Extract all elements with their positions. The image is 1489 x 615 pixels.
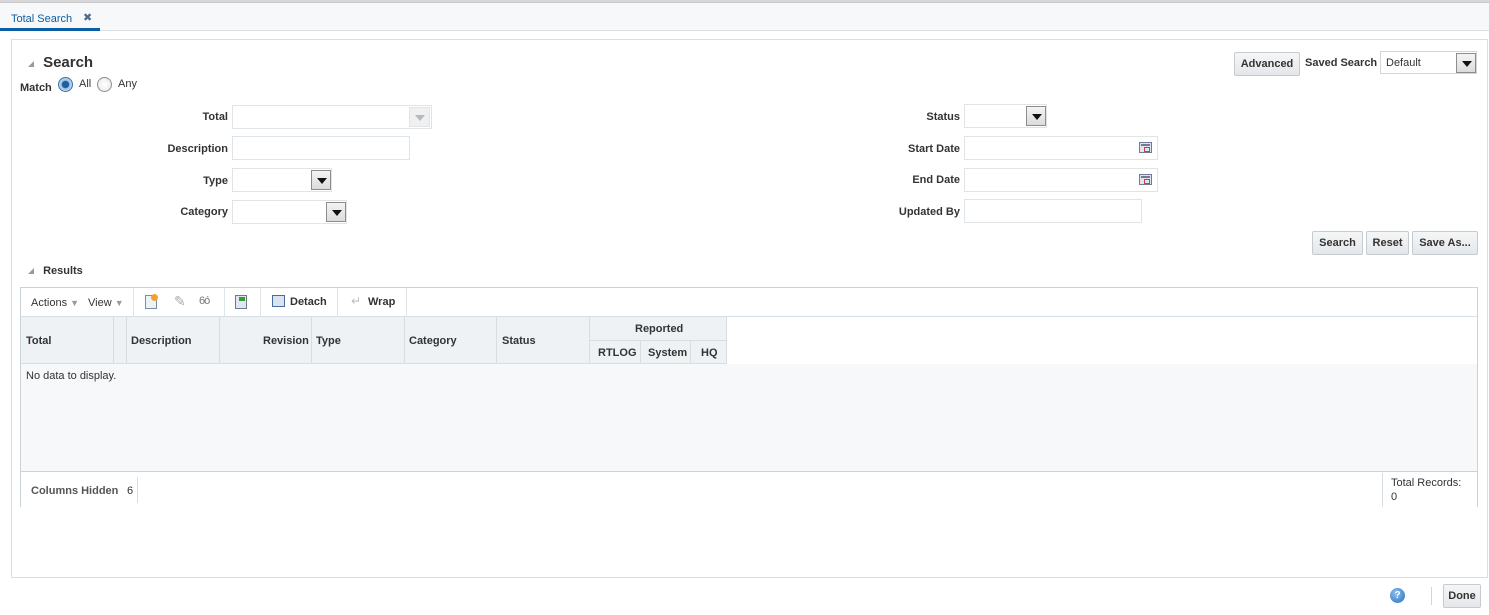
chevron-down-icon[interactable] [311,170,331,190]
view-label: View [88,297,112,309]
toolbar-separator [133,288,134,317]
status-label: Status [926,111,960,123]
collapse-triangle-icon [28,61,34,68]
actions-label: Actions [31,297,68,309]
saved-search-label: Saved Search [1305,57,1378,69]
create-icon[interactable] [145,294,158,309]
tab-bar [0,3,1489,31]
edit-pencil-icon[interactable]: ✎ [174,293,186,310]
description-label: Description [167,143,228,155]
chevron-down-icon[interactable] [409,107,430,127]
match-all-radio[interactable] [58,77,73,92]
close-icon[interactable]: ✖ [83,11,92,24]
toolbar-separator [260,288,261,317]
end-date-input[interactable] [964,168,1158,192]
col-status[interactable]: Status [502,335,536,347]
tab-label: Total Search [11,13,73,25]
export-excel-icon[interactable] [235,295,247,309]
col-hq[interactable]: HQ [701,347,718,359]
wrap-label: Wrap [368,296,396,308]
wrap-icon: ↵ [351,294,362,308]
table-header: Total Description Revision Type Category… [21,317,727,364]
end-date-label: End Date [912,174,960,186]
done-button[interactable]: Done [1443,584,1481,608]
view-menu[interactable]: View ▼ [88,297,124,309]
chevron-down-icon[interactable] [326,202,346,222]
toolbar-separator [337,288,338,317]
table-footer: Columns Hidden 6 Total Records: 0 [21,473,1477,507]
col-revision[interactable]: Revision [263,335,309,347]
search-section-header[interactable]: Search [28,54,93,71]
saved-search-value: Default [1386,57,1421,69]
search-title: Search [43,54,94,71]
footer-separator [1431,587,1432,605]
calendar-icon[interactable] [1139,174,1152,185]
search-button[interactable]: Search [1312,231,1363,255]
reset-button[interactable]: Reset [1366,231,1409,255]
columns-hidden-value: 6 [127,485,134,497]
total-records-label: Total Records: [1391,477,1462,489]
toolbar-separator [224,288,225,317]
chevron-down-icon: ▼ [70,298,80,308]
category-label: Category [180,206,228,218]
chevron-down-icon: ▼ [114,298,124,308]
col-type[interactable]: Type [316,335,341,347]
save-as-button[interactable]: Save As... [1412,231,1478,255]
description-input[interactable] [232,136,410,160]
col-system[interactable]: System [648,347,687,359]
collapse-triangle-icon [28,268,34,275]
chevron-down-icon[interactable] [1456,53,1476,73]
table-body: No data to display. [21,364,1477,472]
results-section-header[interactable]: Results [28,265,83,277]
match-label: Match [20,82,52,94]
col-rtlog[interactable]: RTLOG [598,347,637,359]
chevron-down-icon[interactable] [1026,106,1046,126]
start-date-input[interactable] [964,136,1158,160]
tab-total-search[interactable]: Total Search ✖ [0,3,100,31]
columns-hidden-label: Columns Hidden [31,485,119,497]
total-records-value: 0 [1391,491,1398,503]
results-toolbar: Actions ▼ View ▼ ✎ 6ó Detach ↵ Wrap [21,288,1477,317]
col-group-reported: Reported [635,323,684,335]
view-glasses-icon[interactable]: 6ó [199,295,210,307]
detach-label: Detach [290,296,327,308]
updated-by-label: Updated By [898,206,960,218]
type-select[interactable] [232,168,332,192]
type-label: Type [203,175,228,187]
status-select[interactable] [964,104,1047,128]
results-table: Actions ▼ View ▼ ✎ 6ó Detach ↵ Wrap Tota… [20,287,1478,507]
advanced-button[interactable]: Advanced [1234,52,1300,76]
detach-icon [272,295,285,307]
col-category[interactable]: Category [409,335,457,347]
category-select[interactable] [232,200,347,224]
updated-by-input[interactable] [964,199,1142,223]
match-all-label: All [79,78,92,90]
start-date-label: Start Date [908,143,960,155]
total-combobox[interactable] [232,105,432,129]
help-icon[interactable]: ? [1390,588,1405,603]
col-description[interactable]: Description [131,335,192,347]
actions-menu[interactable]: Actions ▼ [31,297,79,309]
saved-search-select[interactable]: Default [1380,51,1477,74]
match-any-radio[interactable] [97,77,112,92]
results-title: Results [43,265,83,277]
toolbar-separator [406,288,407,317]
total-label: Total [202,111,228,123]
match-any-label: Any [118,78,137,90]
calendar-icon[interactable] [1139,142,1152,153]
col-total[interactable]: Total [26,335,51,347]
empty-message: No data to display. [26,370,117,382]
